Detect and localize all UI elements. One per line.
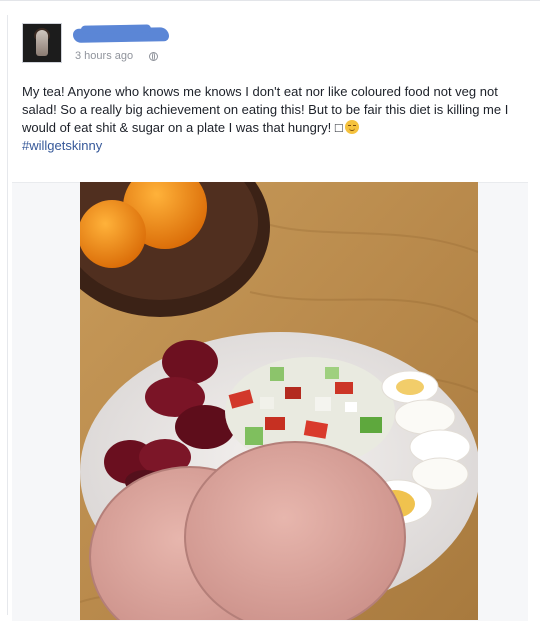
facebook-post: 3 hours ago My tea! Anyone who knows me … bbox=[0, 0, 540, 621]
post-photo[interactable] bbox=[80, 182, 478, 620]
feed-divider bbox=[7, 15, 8, 615]
post-text: My tea! Anyone who knows me knows I don'… bbox=[22, 83, 527, 155]
hashtag-link[interactable]: #willgetskinny bbox=[22, 137, 527, 155]
meal-photo bbox=[80, 182, 478, 620]
author-name-redacted bbox=[72, 27, 170, 43]
orange bbox=[80, 200, 146, 268]
avatar-figure bbox=[36, 30, 48, 56]
relieved-face-emoji-icon bbox=[344, 120, 359, 134]
post-timestamp[interactable]: 3 hours ago bbox=[75, 50, 133, 62]
avatar[interactable] bbox=[22, 23, 62, 63]
globe-icon[interactable] bbox=[149, 52, 158, 61]
post-message: My tea! Anyone who knows me knows I don'… bbox=[22, 84, 509, 135]
